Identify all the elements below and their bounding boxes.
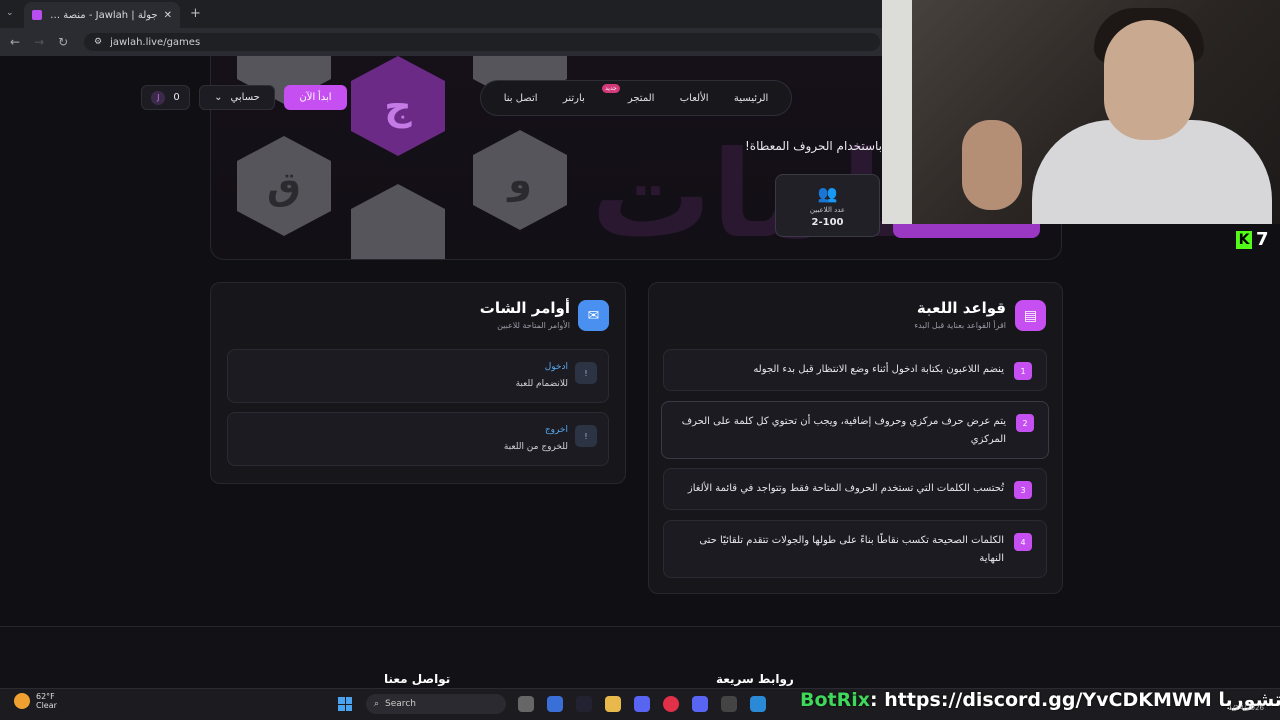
chat-bubble-icon: ✉ bbox=[578, 300, 609, 331]
main-nav: الرئيسية الألعاب المتجر جديد بارتنر اتصل … bbox=[480, 80, 792, 116]
tab-close-icon[interactable]: ✕ bbox=[164, 10, 172, 21]
chat-title: أوامر الشات bbox=[479, 299, 570, 317]
footer-quick-links-heading: روابط سريعة bbox=[716, 672, 794, 686]
command-item: ! ادخول للانضمام للعبة bbox=[227, 349, 609, 403]
discord-icon[interactable] bbox=[634, 696, 650, 712]
kick-viewer-count: K 7 bbox=[1236, 229, 1269, 250]
ticker-bot-name: BotRix bbox=[800, 689, 871, 711]
players-count-box: 👥 عدد اللاعبين 2-100 bbox=[775, 174, 880, 237]
rule-text: الكلمات الصحيحة تكسب نقاطًا بناءً على طو… bbox=[699, 535, 1004, 564]
back-icon[interactable]: ← bbox=[10, 35, 20, 49]
account-dropdown[interactable]: ⌄ حسابي bbox=[199, 85, 275, 110]
settings-icon[interactable] bbox=[721, 696, 737, 712]
rules-title: قواعد اللعبة bbox=[916, 299, 1006, 317]
rule-text: ينضم اللاعبون بكتابة ادخول أثناء وضع الا… bbox=[753, 364, 1004, 375]
coin-icon: J bbox=[151, 90, 166, 105]
nav-home[interactable]: الرئيسية bbox=[734, 93, 768, 104]
tab-list-icon[interactable]: ⌄ bbox=[6, 8, 14, 18]
hex-tile: ق bbox=[237, 136, 331, 236]
ticker-text: : https://discord.gg/YvCDKMWM لـ ك.نيق ت… bbox=[870, 689, 1280, 711]
rule-number: 3 bbox=[1014, 481, 1032, 499]
site-info-icon[interactable]: ⚙ bbox=[94, 37, 102, 47]
start-now-button[interactable]: ابدأ الآن bbox=[284, 85, 347, 110]
coins-balance[interactable]: J 0 bbox=[141, 85, 190, 110]
players-label: عدد اللاعبين bbox=[809, 205, 846, 214]
rule-item: 3 تُحتسب الكلمات التي تستخدم الحروف المت… bbox=[663, 468, 1047, 510]
nav-store[interactable]: المتجر جديد bbox=[602, 83, 655, 104]
command-desc: للانضمام للعبة bbox=[515, 379, 568, 389]
command-prefix: ! bbox=[575, 425, 597, 447]
coins-value: 0 bbox=[173, 92, 180, 103]
users-icon: 👥 bbox=[817, 183, 838, 203]
reload-icon[interactable]: ↻ bbox=[58, 35, 68, 49]
new-badge: جديد bbox=[602, 83, 620, 93]
file-explorer-icon[interactable] bbox=[605, 696, 621, 712]
taskbar-search-label: Search bbox=[385, 699, 416, 709]
rule-number: 2 bbox=[1016, 414, 1034, 432]
command-desc: للخروج من اللعبة bbox=[503, 442, 568, 452]
command-name: اخروج bbox=[544, 425, 568, 435]
kick-logo-icon: K bbox=[1236, 230, 1252, 249]
rules-subtitle: اقرأ القواعد بعناية قبل البدء bbox=[914, 321, 1006, 330]
site-footer bbox=[0, 626, 1280, 688]
url-field[interactable]: ⚙ jawlah.live/games bbox=[84, 33, 880, 51]
footer-contact-heading: تواصل معنا bbox=[384, 672, 451, 686]
webcam-overlay bbox=[882, 0, 1280, 224]
app-icon[interactable] bbox=[750, 696, 766, 712]
discord-icon[interactable] bbox=[692, 696, 708, 712]
viewer-count: 7 bbox=[1256, 229, 1269, 250]
stream-ticker: BotRix: https://discord.gg/YvCDKMWM لـ ك… bbox=[800, 689, 1280, 711]
rules-book-icon: ▤ bbox=[1015, 300, 1046, 331]
players-value: 2-100 bbox=[811, 216, 844, 228]
browser-tab[interactable]: جولة | Jawlah - منصة الألعاب الت... ✕ bbox=[24, 2, 180, 28]
chat-subtitle: الأوامر المتاحة للاعبين bbox=[497, 321, 570, 330]
hex-tile: و bbox=[473, 130, 567, 230]
hex-tile bbox=[351, 184, 445, 259]
windows-start-icon[interactable] bbox=[338, 697, 352, 711]
nav-store-label: المتجر bbox=[627, 92, 655, 104]
tab-title: جولة | Jawlah - منصة الألعاب الت... bbox=[48, 9, 158, 21]
pinterest-icon[interactable] bbox=[663, 696, 679, 712]
hero-subtitle: باستخدام الحروف المعطاة! bbox=[744, 139, 882, 153]
hex-tile-center: ج bbox=[351, 56, 445, 156]
nav-contact[interactable]: اتصل بنا bbox=[504, 93, 538, 104]
taskbar-date: 1/14/2026 bbox=[1228, 704, 1264, 712]
command-name: ادخول bbox=[544, 362, 568, 372]
play-button-partial[interactable] bbox=[893, 224, 1040, 238]
tab-favicon-icon bbox=[32, 10, 42, 20]
edge-icon[interactable] bbox=[547, 696, 563, 712]
rule-text: تُحتسب الكلمات التي تستخدم الحروف المتاح… bbox=[687, 483, 1004, 494]
rule-item: 2 يتم عرض حرف مركزي وحروف إضافية، ويجب أ… bbox=[661, 401, 1049, 459]
rule-item: 1 ينضم اللاعبون بكتابة ادخول أثناء وضع ا… bbox=[663, 349, 1047, 391]
command-prefix: ! bbox=[575, 362, 597, 384]
weather-condition: Clear bbox=[36, 701, 57, 710]
new-tab-icon[interactable]: + bbox=[190, 6, 201, 21]
weather-temp: 62°F bbox=[36, 692, 55, 701]
weather-sun-icon bbox=[14, 693, 30, 709]
weather-widget[interactable]: 62°F Clear bbox=[14, 692, 57, 710]
forward-icon[interactable]: → bbox=[34, 35, 44, 49]
command-item: ! اخروج للخروج من اللعبة bbox=[227, 412, 609, 466]
chevron-down-icon: ⌄ bbox=[214, 92, 223, 103]
taskbar-search[interactable]: ⌕ Search bbox=[366, 694, 506, 714]
rule-text: يتم عرض حرف مركزي وحروف إضافية، ويجب أن … bbox=[681, 416, 1006, 445]
nav-partner[interactable]: بارتنر bbox=[563, 93, 585, 104]
rule-number: 1 bbox=[1014, 362, 1032, 380]
search-icon: ⌕ bbox=[374, 699, 380, 709]
rule-number: 4 bbox=[1014, 533, 1032, 551]
steam-icon[interactable] bbox=[576, 696, 592, 712]
nav-games[interactable]: الألعاب bbox=[680, 93, 709, 104]
task-view-icon[interactable] bbox=[518, 696, 534, 712]
rule-item: 4 الكلمات الصحيحة تكسب نقاطًا بناءً على … bbox=[663, 520, 1047, 578]
account-label: حسابي bbox=[230, 92, 260, 103]
url-text: jawlah.live/games bbox=[110, 36, 201, 48]
